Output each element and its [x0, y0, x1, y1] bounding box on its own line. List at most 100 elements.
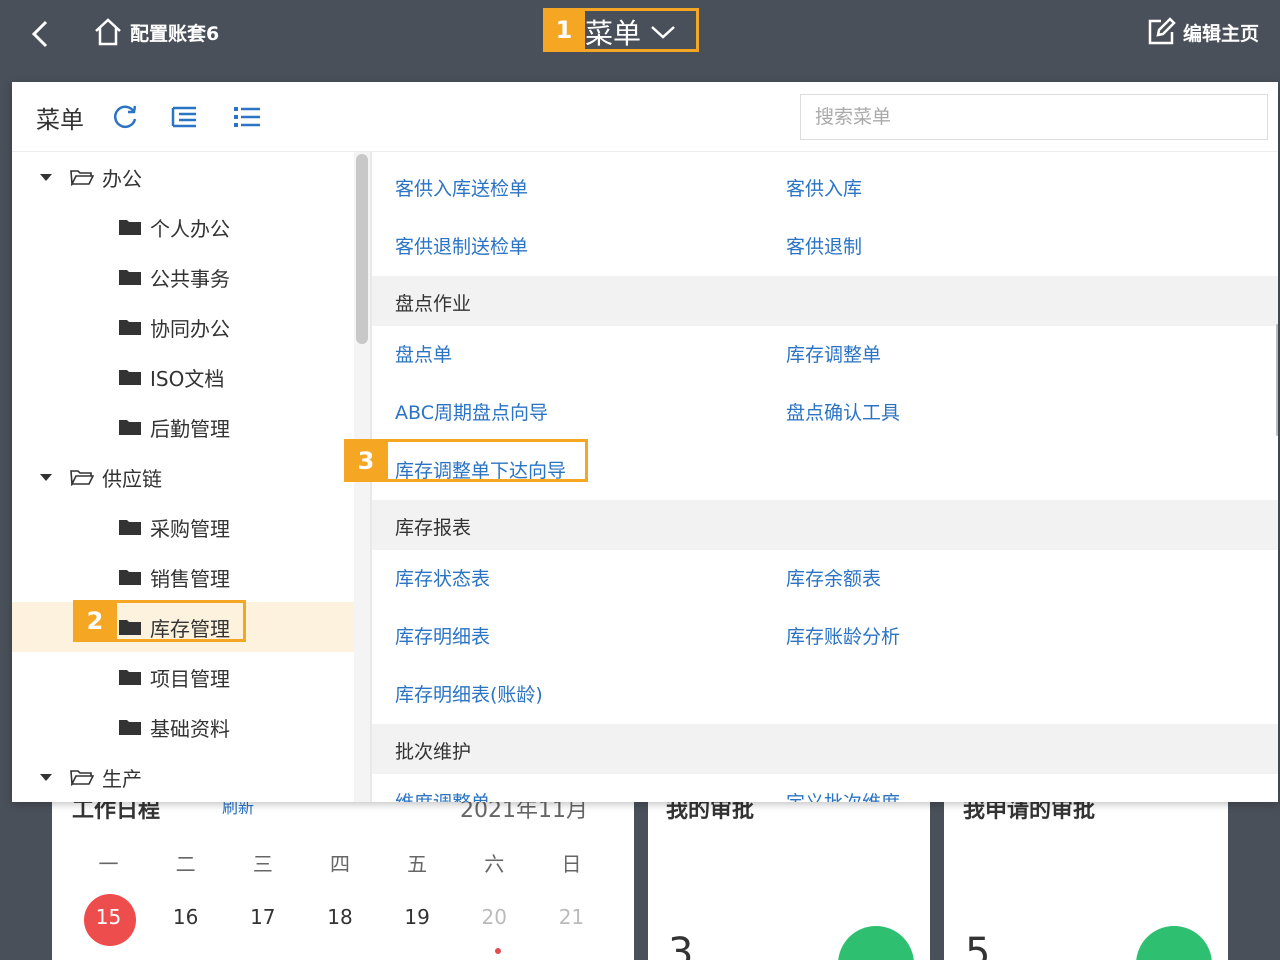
tree-item-label: 生产	[102, 766, 142, 791]
caret-down-icon[interactable]	[40, 473, 52, 481]
home-button[interactable]: 配置账套6	[92, 16, 219, 48]
folder-icon	[119, 370, 141, 385]
menu-link[interactable]: 库存调整单	[786, 340, 881, 367]
calendar-day[interactable]: 17	[224, 905, 301, 929]
tree-item-label: 销售管理	[150, 566, 230, 591]
calendar-day[interactable]: 16	[147, 905, 224, 929]
calendar-day-today[interactable]: 15	[70, 905, 147, 929]
tree-item-label: 基础资料	[150, 716, 230, 741]
weekday: 一	[98, 852, 119, 876]
folder-icon	[119, 570, 141, 585]
tree-item-label: 个人办公	[150, 216, 230, 241]
weekday: 六	[484, 852, 505, 876]
weekday: 二	[175, 852, 196, 876]
folder-icon	[119, 670, 141, 685]
caret-down-icon[interactable]	[40, 773, 52, 781]
callout-badge-1: 1	[543, 8, 585, 52]
edit-home-button[interactable]: 编辑主页	[1145, 16, 1259, 48]
tree-item-projects[interactable]: 项目管理	[118, 652, 230, 702]
tree-item-iso-docs[interactable]: ISO文档	[118, 352, 224, 402]
menu-link[interactable]: 盘点单	[395, 340, 452, 367]
callout-badge-2: 2	[73, 600, 117, 642]
tree-item-office[interactable]: 办公	[40, 152, 142, 202]
tree-item-public-affairs[interactable]: 公共事务	[118, 252, 230, 302]
refresh-icon[interactable]	[110, 102, 140, 132]
section-header-batch: 批次维护	[372, 724, 1278, 774]
folder-icon	[119, 320, 141, 335]
menu-link[interactable]: 库存明细表	[395, 622, 490, 649]
tree-item-label: 公共事务	[150, 266, 230, 291]
scroll-thumb[interactable]	[356, 154, 368, 344]
menu-link[interactable]: 库存余额表	[786, 564, 881, 591]
section-header-reports: 库存报表	[372, 500, 1278, 550]
tree-item-label: 供应链	[102, 466, 162, 491]
tree-item-purchasing[interactable]: 采购管理	[118, 502, 230, 552]
menu-link[interactable]: 客供入库	[786, 174, 862, 201]
list-icon[interactable]	[232, 102, 262, 132]
tree-item-label: 项目管理	[150, 666, 230, 691]
menu-link[interactable]: 库存账龄分析	[786, 622, 900, 649]
weekday: 四	[329, 852, 350, 876]
folder-icon	[119, 270, 141, 285]
folder-icon	[119, 420, 141, 435]
tree-item-label: 后勤管理	[150, 416, 230, 441]
tree-item-label: 采购管理	[150, 516, 230, 541]
caret-down-icon[interactable]	[40, 173, 52, 181]
section-header-inventory-check: 盘点作业	[372, 276, 1278, 326]
section-label: 盘点作业	[395, 293, 472, 315]
tree-item-label: 协同办公	[150, 316, 230, 341]
menu-link[interactable]: 库存明细表(账龄)	[395, 680, 543, 707]
menu-link[interactable]: ABC周期盘点向导	[395, 398, 548, 425]
folder-open-icon	[70, 170, 94, 186]
approval-count: 3	[668, 930, 694, 960]
weekday: 三	[252, 852, 273, 876]
tree-item-base-data[interactable]: 基础资料	[118, 702, 230, 752]
tree-item-label: 办公	[102, 166, 142, 191]
tree-item-label: ISO文档	[150, 366, 225, 391]
menu-panel: 菜单 办公 个人办公 公共事务 协同办公	[12, 82, 1278, 802]
folder-icon	[119, 720, 141, 735]
folder-icon	[119, 220, 141, 235]
menu-link[interactable]: 客供退制	[786, 232, 862, 259]
menu-link[interactable]: 库存状态表	[395, 564, 490, 591]
section-label: 批次维护	[395, 741, 472, 763]
expand-all-icon[interactable]	[170, 102, 200, 132]
weekday-header: 一 二 三 四 五 六 日	[70, 848, 610, 877]
content-scrollbar[interactable]	[1276, 324, 1278, 436]
request-count: 5	[965, 930, 991, 960]
menu-link[interactable]: 盘点确认工具	[786, 398, 900, 425]
section-label: 库存报表	[395, 517, 472, 539]
calendar-days: 15 16 17 18 19 20 21	[70, 905, 610, 929]
tree-item-logistics[interactable]: 后勤管理	[118, 402, 230, 452]
event-dot	[495, 948, 501, 954]
calendar-day[interactable]: 21	[533, 905, 610, 929]
tree-item-production[interactable]: 生产	[40, 752, 142, 802]
menu-tree: 办公 个人办公 公共事务 协同办公 ISO文档 后勤管理 供应链 采购管理 销售…	[12, 152, 354, 802]
folder-icon	[119, 520, 141, 535]
folder-open-icon	[70, 470, 94, 486]
calendar-day[interactable]: 18	[301, 905, 378, 929]
edit-home-label: 编辑主页	[1183, 22, 1260, 45]
weekday: 五	[407, 852, 428, 876]
home-icon	[95, 18, 121, 46]
tree-item-collab-office[interactable]: 协同办公	[118, 302, 230, 352]
weekday: 日	[561, 852, 582, 876]
menu-link[interactable]: 定义批次维度	[786, 788, 900, 802]
menu-link[interactable]: 客供退制送检单	[395, 232, 528, 259]
folder-open-icon	[70, 770, 94, 786]
edit-icon	[1148, 17, 1176, 45]
menu-link[interactable]: 维度调整单	[395, 788, 490, 802]
chevron-left-icon	[31, 20, 48, 48]
back-button[interactable]	[22, 14, 62, 54]
menu-link[interactable]: 客供入库送检单	[395, 174, 528, 201]
panel-toolbar: 菜单	[12, 82, 1278, 152]
home-label: 配置账套6	[130, 22, 220, 45]
tree-item-sales[interactable]: 销售管理	[118, 552, 230, 602]
panel-title: 菜单	[36, 106, 84, 134]
calendar-day[interactable]: 20	[456, 905, 533, 929]
callout-badge-3: 3	[344, 439, 388, 482]
tree-item-personal-office[interactable]: 个人办公	[118, 202, 230, 252]
search-input[interactable]	[800, 94, 1268, 140]
calendar-day[interactable]: 19	[379, 905, 456, 929]
tree-item-supply-chain[interactable]: 供应链	[40, 452, 162, 502]
